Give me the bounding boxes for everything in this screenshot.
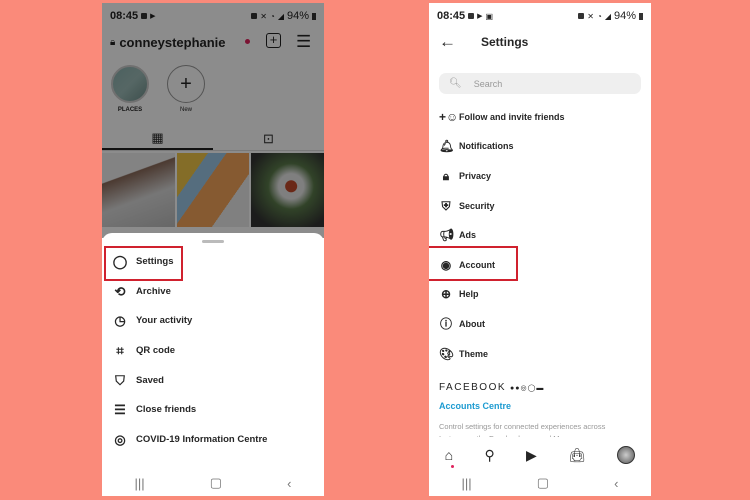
megaphone-icon: 📢︎ [439, 228, 455, 243]
settings-item-privacy[interactable]: 🔒︎ Privacy [429, 161, 651, 191]
menu-label: Your activity [136, 315, 193, 327]
settings-label: Privacy [459, 170, 492, 181]
settings-header: ← Settings [429, 29, 651, 55]
search-input[interactable]: 🔍︎ Search [439, 73, 641, 94]
menu-item-covid-info[interactable]: ◎ COVID-19 Information Centre [102, 425, 324, 455]
play-icon: ▶ [477, 13, 483, 20]
settings-highlight-box [104, 246, 183, 281]
bell-icon: 🔔︎ [439, 139, 455, 154]
qr-code-icon: ⌗ [116, 343, 124, 359]
bottom-sheet-menu: ◯ Settings ⟲ Archive ◷ Your activity ⌗ QR co… [102, 233, 324, 496]
menu-label: QR code [136, 345, 176, 357]
covid-info-icon: ◎ [114, 431, 126, 447]
home-button[interactable]: ▢ [210, 475, 222, 491]
left-phone-screen: 08:45 ▶ ✕ ◔ ◢ 94% 🔒︎ conneystephanie + ☰ PLA… [102, 3, 324, 496]
search-icon: 🔍︎ [449, 78, 462, 89]
activity-icon: ◷ [114, 313, 126, 329]
battery-text: 94% [613, 10, 636, 22]
accounts-centre-description: Control settings for connected experienc… [439, 422, 606, 437]
system-nav-bar: ||| ▢ ‹ [429, 470, 651, 496]
palette-icon: 🎨︎ [439, 346, 455, 361]
profile-avatar[interactable] [617, 446, 636, 464]
profile-background: 08:45 ▶ ✕ ◔ ◢ 94% 🔒︎ conneystephanie + ☰ PLA… [102, 3, 324, 238]
settings-item-security[interactable]: ⛨ Security [429, 191, 651, 221]
settings-label: About [459, 318, 485, 329]
search-placeholder: Search [473, 78, 503, 89]
settings-label: Security [459, 200, 495, 211]
bookmark-icon: ⛉ [115, 372, 125, 388]
status-time: 08:45 [437, 10, 466, 22]
page-title: Settings [481, 35, 529, 49]
meta-apps-icons: ●●◎◯▬ [510, 384, 545, 392]
home-tab-icon[interactable]: ⌂ [445, 447, 454, 468]
shop-tab-icon[interactable]: 👜︎ [568, 447, 586, 464]
lock-icon: 🔒︎ [442, 168, 450, 183]
add-person-icon: +☺ [439, 109, 459, 124]
facebook-heading: FACEBOOK [439, 382, 507, 394]
overlay-dim[interactable] [102, 3, 324, 238]
settings-item-follow-invite[interactable]: +☺ Follow and invite friends [429, 102, 651, 132]
notification-icon [468, 13, 475, 19]
settings-label: Ads [459, 230, 477, 241]
menu-item-your-activity[interactable]: ◷ Your activity [102, 306, 324, 336]
settings-label: Follow and invite friends [459, 111, 565, 122]
mute-icon: ✕ [587, 11, 594, 21]
back-arrow-icon[interactable]: ← [439, 32, 456, 52]
settings-item-about[interactable]: ⓘ About [429, 309, 651, 339]
wifi-icon: ◔ [596, 11, 602, 21]
settings-label: Help [459, 289, 479, 300]
menu-item-qr-code[interactable]: ⌗ QR code [102, 336, 324, 366]
home-button[interactable]: ▢ [537, 475, 549, 491]
account-highlight-box [429, 245, 518, 281]
activity-dot [450, 465, 454, 468]
settings-item-help[interactable]: ⊕ Help [429, 280, 651, 310]
lifebuoy-icon: ⊕ [440, 287, 452, 302]
recents-button[interactable]: ||| [135, 476, 145, 491]
reels-tab-icon[interactable]: ▶ [526, 447, 537, 464]
settings-item-account[interactable]: ◉ Account [429, 245, 651, 281]
battery-icon [639, 12, 643, 20]
menu-label: Archive [136, 285, 171, 297]
list-icon: ☰ [114, 402, 126, 418]
menu-item-close-friends[interactable]: ☰ Close friends [102, 395, 324, 425]
menu-item-archive[interactable]: ⟲ Archive [102, 277, 324, 307]
info-icon: ⓘ [439, 316, 452, 331]
signal-icon: ◢ [604, 11, 611, 21]
menu-item-saved[interactable]: ⛉ Saved [102, 365, 324, 395]
facebook-section-heading: FACEBOOK ●●◎◯▬ [429, 368, 651, 393]
search-tab-icon[interactable]: ⚲ [484, 447, 494, 464]
bottom-tab-bar: ⌂ ⚲ ▶ 👜︎ [429, 440, 651, 470]
recents-button[interactable]: ||| [462, 476, 472, 491]
settings-label: Theme [459, 348, 489, 359]
back-button[interactable]: ‹ [287, 476, 291, 491]
nfc-icon [578, 13, 585, 19]
shield-icon: ⛨ [441, 198, 451, 213]
menu-label: Close friends [136, 404, 197, 416]
settings-item-theme[interactable]: 🎨︎ Theme [429, 339, 651, 369]
back-button[interactable]: ‹ [614, 476, 618, 491]
image-icon: ▣ [485, 11, 494, 21]
right-phone-screen: 08:45 ▶ ▣ ✕ ◔ ◢ 94% ← Settings 🔍︎ Search +☺ Fo… [429, 3, 651, 496]
accounts-centre-link[interactable]: Accounts Centre [429, 393, 651, 411]
archive-icon: ⟲ [114, 283, 126, 299]
system-nav-bar: ||| ▢ ‹ [102, 470, 324, 496]
status-bar: 08:45 ▶ ▣ ✕ ◔ ◢ 94% [429, 3, 651, 29]
settings-label: Notifications [459, 141, 514, 152]
menu-label: Saved [136, 374, 164, 386]
menu-label: COVID-19 Information Centre [136, 433, 268, 445]
settings-item-notifications[interactable]: 🔔︎ Notifications [429, 132, 651, 162]
